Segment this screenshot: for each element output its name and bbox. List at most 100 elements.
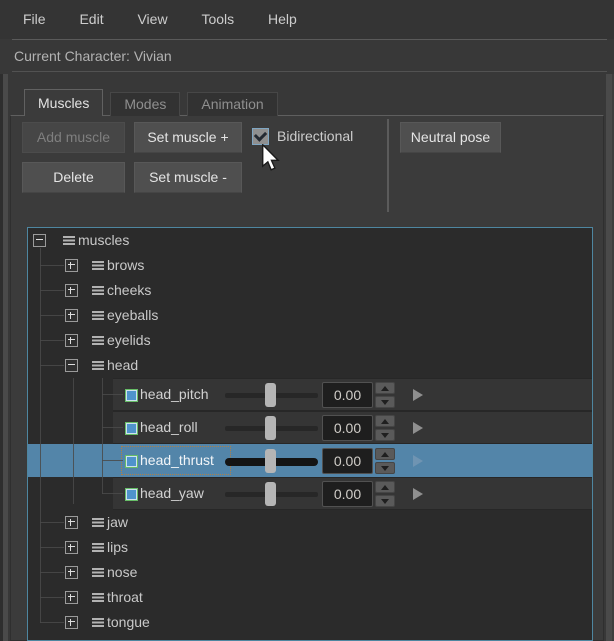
neutral-pose-button[interactable]: Neutral pose: [400, 122, 501, 153]
spin-buttons: [375, 415, 395, 441]
spin-down-icon[interactable]: [375, 462, 395, 474]
muscle-value-field[interactable]: 0.00: [322, 382, 373, 408]
muscle-name-label: head_roll: [140, 412, 198, 443]
mouse-cursor: [262, 144, 280, 171]
drag-handle-icon[interactable]: [92, 361, 104, 370]
tree-item-muscles[interactable]: muscles: [28, 228, 592, 253]
menu-help[interactable]: Help: [253, 0, 312, 39]
spin-down-icon[interactable]: [375, 396, 395, 408]
expand-icon[interactable]: [65, 566, 78, 579]
drag-handle-icon[interactable]: [92, 543, 104, 552]
add-muscle-button[interactable]: Add muscle: [22, 122, 125, 153]
tree-item-label: head: [107, 353, 138, 378]
muscle-cell: head_thrust 0.00: [113, 444, 592, 477]
muscle-cell: head_pitch 0.00: [113, 378, 592, 411]
muscle-name-label: head_thrust: [140, 445, 214, 476]
muscle-value-field[interactable]: 0.00: [322, 415, 373, 441]
tree-item-head[interactable]: head: [28, 353, 592, 378]
header-separator: [12, 71, 607, 72]
expand-icon[interactable]: [65, 616, 78, 629]
drag-handle-icon[interactable]: [92, 311, 104, 320]
muscle-enabled-checkbox[interactable]: [125, 488, 138, 501]
tree-item-jaw[interactable]: jaw: [28, 510, 592, 535]
expand-arrow-icon[interactable]: [413, 455, 423, 467]
tree-item-label: cheeks: [107, 278, 151, 303]
bidirectional-label: Bidirectional: [277, 128, 353, 145]
collapse-icon[interactable]: [65, 359, 78, 372]
menu-file[interactable]: File: [8, 0, 61, 39]
tree-item-label: brows: [107, 253, 144, 278]
slider-handle[interactable]: [265, 449, 276, 473]
muscle-value-field[interactable]: 0.00: [322, 481, 373, 507]
spin-down-icon[interactable]: [375, 495, 395, 507]
muscle-cell: head_yaw 0.00: [113, 477, 592, 510]
window-frame-left: [0, 74, 8, 641]
tab-animation[interactable]: Animation: [187, 92, 277, 116]
muscle-value-field[interactable]: 0.00: [322, 448, 373, 474]
muscle-enabled-checkbox[interactable]: [125, 422, 138, 435]
set-muscle-plus-button[interactable]: Set muscle +: [134, 122, 242, 153]
expand-arrow-icon[interactable]: [413, 389, 423, 401]
spin-buttons: [375, 448, 395, 474]
drag-handle-icon[interactable]: [92, 336, 104, 345]
expand-icon[interactable]: [65, 334, 78, 347]
muscle-name-label: head_yaw: [140, 478, 204, 509]
tree-item-label: jaw: [107, 510, 128, 535]
slider-handle[interactable]: [265, 383, 276, 407]
drag-handle-icon[interactable]: [92, 518, 104, 527]
tree-item-eyeballs[interactable]: eyeballs: [28, 303, 592, 328]
window-frame-right: [606, 74, 614, 641]
tree-item-label: eyelids: [107, 328, 151, 353]
tree-item-lips[interactable]: lips: [28, 535, 592, 560]
muscle-cell: head_roll 0.00: [113, 411, 592, 444]
tree-item-label: tongue: [107, 610, 150, 635]
muscle-name-label: head_pitch: [140, 379, 209, 410]
delete-button[interactable]: Delete: [22, 162, 125, 193]
set-muscle-minus-button[interactable]: Set muscle -: [134, 162, 242, 193]
expand-icon[interactable]: [65, 259, 78, 272]
menu-separator: [12, 39, 607, 40]
spin-up-icon[interactable]: [375, 415, 395, 427]
spin-up-icon[interactable]: [375, 382, 395, 394]
tab-bar: Muscles Modes Animation: [24, 89, 285, 116]
slider-handle[interactable]: [265, 482, 276, 506]
tree-item-eyelids[interactable]: eyelids: [28, 328, 592, 353]
muscle-tree[interactable]: muscles brows cheeks eyeballs eyelids he…: [27, 227, 593, 641]
tree-item-brows[interactable]: brows: [28, 253, 592, 278]
drag-handle-icon[interactable]: [92, 568, 104, 577]
bidirectional-checkbox[interactable]: [252, 128, 269, 145]
tab-modes[interactable]: Modes: [110, 92, 180, 116]
tree-item-tongue[interactable]: tongue: [28, 610, 592, 635]
drag-handle-icon[interactable]: [92, 618, 104, 627]
tab-muscles[interactable]: Muscles: [24, 89, 103, 116]
expand-icon[interactable]: [65, 516, 78, 529]
drag-handle-icon[interactable]: [63, 236, 75, 245]
tree-item-label: throat: [107, 585, 143, 610]
muscle-enabled-checkbox[interactable]: [125, 455, 138, 468]
menu-edit[interactable]: Edit: [64, 0, 118, 39]
expand-icon[interactable]: [65, 541, 78, 554]
spin-buttons: [375, 382, 395, 408]
drag-handle-icon[interactable]: [92, 593, 104, 602]
collapse-icon[interactable]: [33, 234, 46, 247]
menu-view[interactable]: View: [122, 0, 182, 39]
tree-item-cheeks[interactable]: cheeks: [28, 278, 592, 303]
tree-item-nose[interactable]: nose: [28, 560, 592, 585]
spin-up-icon[interactable]: [375, 481, 395, 493]
spin-up-icon[interactable]: [375, 448, 395, 460]
character-tool-window: File Edit View Tools Help Current Charac…: [0, 0, 614, 641]
expand-arrow-icon[interactable]: [413, 422, 423, 434]
menu-tools[interactable]: Tools: [186, 0, 249, 39]
tree-item-throat[interactable]: throat: [28, 585, 592, 610]
current-character-label: Current Character: Vivian: [14, 44, 172, 68]
expand-arrow-icon[interactable]: [413, 488, 423, 500]
expand-icon[interactable]: [65, 591, 78, 604]
spin-down-icon[interactable]: [375, 429, 395, 441]
tree-item-label: eyeballs: [107, 303, 158, 328]
muscle-enabled-checkbox[interactable]: [125, 389, 138, 402]
drag-handle-icon[interactable]: [92, 261, 104, 270]
expand-icon[interactable]: [65, 284, 78, 297]
expand-icon[interactable]: [65, 309, 78, 322]
drag-handle-icon[interactable]: [92, 286, 104, 295]
slider-handle[interactable]: [265, 416, 276, 440]
